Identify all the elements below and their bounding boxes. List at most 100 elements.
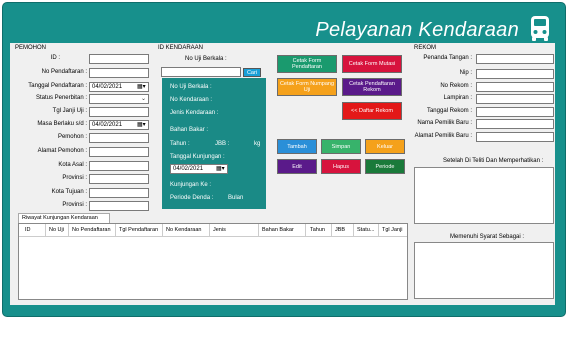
notes1-label: Setelah Di Teliti Dan Memperhatikan : — [443, 158, 544, 164]
info-no-uji-label: No Uji Berkala : — [170, 84, 212, 90]
nip-label: Nip : — [459, 70, 472, 76]
tanggal-rekom-input[interactable] — [476, 107, 554, 117]
cetak-form-numpang-uji-label: Cetak Form Numpang Uji — [279, 81, 335, 93]
kota-tujuan-label: Kota Tujuan : — [51, 189, 87, 195]
column-header[interactable]: Bahan Bakar — [262, 227, 294, 233]
status-penerbitan-label: Status Penerbitan : — [35, 95, 87, 101]
cetak-form-numpang-uji-button[interactable]: Cetak Form Numpang Uji — [277, 78, 337, 96]
simpan-label: Simpan — [331, 143, 351, 150]
lampiran-input[interactable] — [476, 94, 554, 104]
tgl-janji-uji-label: Tgl Janji Uji : — [52, 108, 87, 114]
edit-button[interactable]: Edit — [277, 159, 317, 174]
daftar-rekom-button[interactable]: << Daftar Rekom — [342, 102, 402, 120]
cetak-pendaftaran-rekom-button[interactable]: Cetak Pendaftaran Rekom — [342, 78, 402, 96]
info-bahan-bakar-label: Bahan Bakar : — [170, 127, 209, 133]
no-pendaftaran-label: No Pendaftaran : — [41, 69, 87, 75]
tanggal-pendaftaran-picker[interactable]: 04/02/2021 ▦▾ — [89, 82, 149, 92]
notes2-label: Memenuhi Syarat Sebagai : — [450, 234, 525, 240]
info-no-kendaraan-label: No Kendaraan : — [170, 97, 213, 103]
periode-button[interactable]: Periode — [365, 159, 405, 174]
tgl-kunjungan-picker[interactable]: 04/02/2021 ▦▾ — [170, 164, 228, 174]
cari-button[interactable]: Cari — [243, 68, 261, 77]
info-bulan-unit: Bulan — [228, 195, 244, 201]
cetak-pendaftaran-rekom-label: Cetak Pendaftaran Rekom — [349, 81, 395, 93]
calendar-dropdown-icon[interactable]: ▦▾ — [137, 84, 147, 91]
tab-riwayat-kunjungan[interactable]: Riwayat Kunjungan Kendaraan — [18, 213, 110, 223]
nama-pemilik-baru-label: Nama Pemilik Baru : — [417, 120, 472, 126]
notes1-textarea[interactable] — [414, 167, 554, 224]
alamat-pemohon-label: Alamat Pemohon : — [37, 148, 87, 154]
daftar-rekom-label: << Daftar Rekom — [351, 108, 393, 114]
alamat-pemilik-baru-input[interactable] — [476, 132, 554, 142]
provinsi-asal-label: Provinsi : — [62, 175, 87, 181]
form-content: PEMOHON ID : No Pendaftaran : Tanggal Pe… — [10, 43, 555, 305]
status-penerbitan-select[interactable]: ⌄ — [89, 94, 149, 104]
cetak-form-pendaftaran-button[interactable]: Cetak Form Pendaftaran — [277, 55, 337, 73]
simpan-button[interactable]: Simpan — [321, 139, 361, 154]
vehicle-info-panel: No Uji Berkala : No Kendaraan : Jenis Ke… — [162, 78, 266, 209]
tambah-label: Tambah — [287, 143, 307, 150]
alamat-pemohon-input[interactable] — [89, 147, 149, 157]
column-header[interactable]: Tgl Pendaftaran — [119, 227, 158, 233]
id-input[interactable] — [89, 54, 149, 64]
alamat-pemilik-baru-label: Alamat Pemilik Baru : — [414, 133, 472, 139]
cetak-form-mutasi-button[interactable]: Cetak Form Mutasi — [342, 55, 402, 73]
title-bar: Pelayanan Kendaraan — [3, 3, 565, 45]
penanda-tangan-label: Penanda Tangan : — [423, 55, 472, 61]
column-header[interactable]: No Kendaraan — [166, 227, 201, 233]
column-header[interactable]: No Uji — [49, 227, 64, 233]
chevron-down-icon: ⌄ — [140, 96, 146, 102]
calendar-dropdown-icon[interactable]: ▦▾ — [137, 122, 147, 129]
pemohon-input[interactable] — [89, 133, 149, 143]
kota-asal-label: Kota Asal : — [58, 162, 87, 168]
provinsi-tujuan-label: Provinsi : — [62, 202, 87, 208]
column-header[interactable]: No Pendaftaran — [72, 227, 111, 233]
masa-berlaku-value: 04/02/2021 — [92, 122, 123, 128]
pemohon-group-label: PEMOHON — [15, 45, 47, 51]
tgl-kunjungan-value: 04/02/2021 — [173, 166, 204, 172]
edit-label: Edit — [292, 163, 302, 170]
no-uji-search-label: No Uji Berkala : — [185, 56, 227, 62]
masa-berlaku-picker[interactable]: 04/02/2021 ▦▾ — [89, 120, 149, 130]
provinsi-asal-input[interactable] — [89, 174, 149, 184]
nip-input[interactable] — [476, 69, 554, 79]
rekom-group-label: REKOM — [414, 45, 437, 51]
column-header[interactable]: Jenis — [213, 227, 226, 233]
calendar-dropdown-icon[interactable]: ▦▾ — [216, 166, 226, 173]
provinsi-tujuan-input[interactable] — [89, 201, 149, 211]
kendaraan-group-label: ID KENDARAAN — [158, 45, 204, 51]
app-title: Pelayanan Kendaraan — [315, 19, 519, 41]
masa-berlaku-label: Masa Berlaku s/d : — [37, 121, 87, 127]
kota-tujuan-input[interactable] — [89, 188, 149, 198]
penanda-tangan-input[interactable] — [476, 54, 554, 64]
hapus-button[interactable]: Hapus — [321, 159, 361, 174]
keluar-button[interactable]: Keluar — [365, 139, 405, 154]
no-rekom-label: No Rekom : — [440, 83, 472, 89]
table-header: ID No Uji No Pendaftaran Tgl Pendaftaran… — [19, 224, 407, 237]
column-header[interactable]: Statu... — [357, 227, 374, 233]
id-label: ID : — [50, 55, 60, 61]
no-pendaftaran-input[interactable] — [89, 68, 149, 78]
column-header[interactable]: Tahun — [310, 227, 325, 233]
no-rekom-input[interactable] — [476, 82, 554, 92]
periode-label: Periode — [375, 163, 395, 170]
info-tgl-kunjungan-label: Tanggal Kunjungan : — [170, 154, 225, 160]
vehicle-icon — [531, 16, 549, 41]
kota-asal-input[interactable] — [89, 161, 149, 171]
tgl-janji-uji-input[interactable] — [89, 107, 149, 117]
tanggal-rekom-label: Tanggal Rekom : — [426, 108, 472, 114]
pemohon-label: Pemohon : — [57, 134, 87, 140]
info-kunjungan-ke-label: Kunjungan Ke : — [170, 182, 212, 188]
notes2-textarea[interactable] — [414, 242, 554, 299]
tanggal-pendaftaran-label: Tanggal Pendaftaran : — [28, 83, 87, 89]
column-header[interactable]: ID — [25, 227, 31, 233]
column-header[interactable]: JBB — [335, 227, 345, 233]
info-tahun-label: Tahun : — [170, 141, 190, 147]
tambah-button[interactable]: Tambah — [277, 139, 317, 154]
riwayat-table[interactable]: ID No Uji No Pendaftaran Tgl Pendaftaran… — [18, 223, 408, 300]
nama-pemilik-baru-input[interactable] — [476, 119, 554, 129]
info-periode-denda-label: Periode Denda : — [170, 195, 214, 201]
no-uji-search-input[interactable] — [161, 67, 241, 77]
tanggal-pendaftaran-value: 04/02/2021 — [92, 84, 123, 90]
column-header[interactable]: Tgl Janji — [382, 227, 402, 233]
